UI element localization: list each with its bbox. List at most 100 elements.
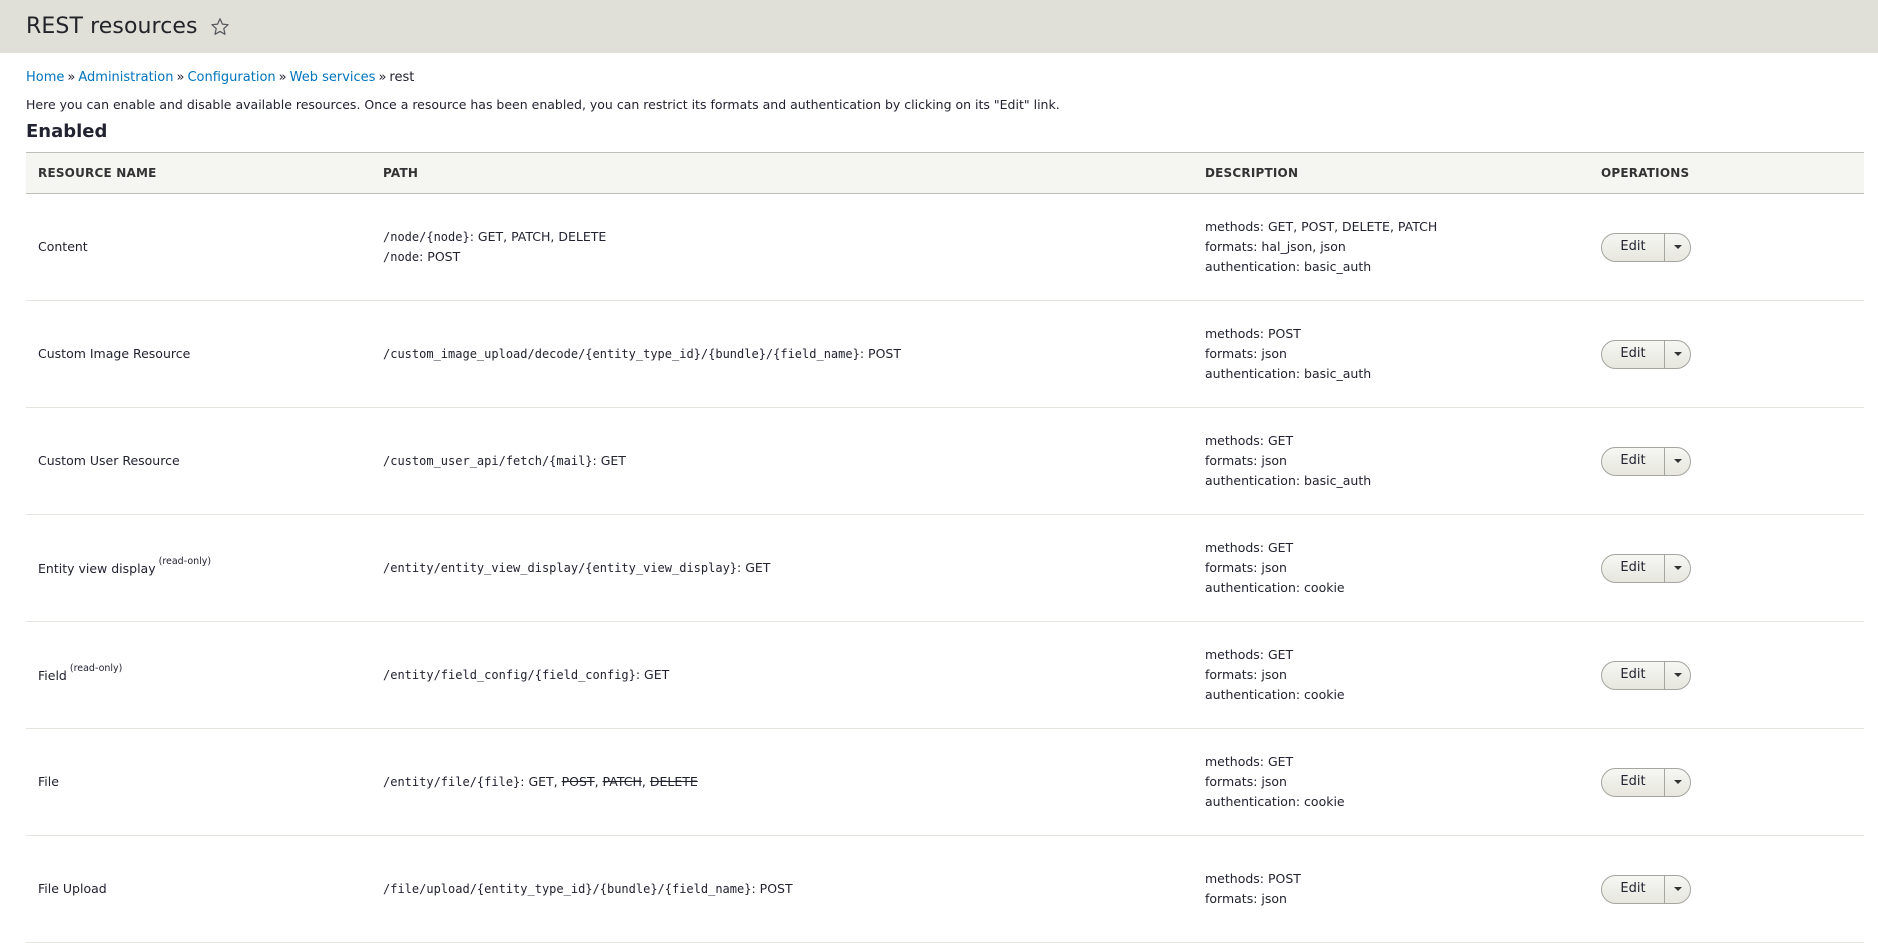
resource-description-cell: methods: GET formats: json authentication:…	[1193, 407, 1589, 515]
resource-name: Field	[38, 668, 67, 684]
resource-operations-cell: Edit	[1589, 193, 1864, 301]
breadcrumb-administration-link[interactable]: Administration	[78, 70, 173, 85]
path-line: /node/{node}: GET, PATCH, DELETE	[383, 227, 1181, 247]
edit-button[interactable]: Edit	[1602, 661, 1665, 689]
path-line: /file/upload/{entity_type_id}/{bundle}/{…	[383, 879, 1181, 899]
edit-button[interactable]: Edit	[1602, 875, 1665, 903]
resource-name: Custom User Resource	[38, 453, 180, 468]
header-resource-name: RESOURCE NAME	[26, 152, 371, 194]
description-methods: methods: POST	[1205, 871, 1301, 886]
description-authentication: authentication: basic_auth	[1205, 366, 1372, 381]
path-code: /entity/file/{file}	[383, 775, 520, 789]
breadcrumb-web-services-link[interactable]: Web services	[290, 70, 376, 85]
description-formats: formats: json	[1205, 667, 1287, 682]
chevron-down-icon	[1673, 245, 1682, 249]
operations-toggle-button[interactable]	[1665, 769, 1690, 796]
breadcrumb-home-link[interactable]: Home	[26, 70, 64, 85]
chevron-down-icon	[1673, 673, 1682, 677]
header-path: PATH	[371, 152, 1193, 194]
breadcrumb: Home» Administration» Configuration» Web se…	[26, 70, 1852, 86]
read-only-marker: (read-only)	[158, 556, 212, 568]
resource-description-cell: methods: POST formats: json	[1193, 835, 1589, 943]
breadcrumb-configuration-link[interactable]: Configuration	[187, 70, 275, 85]
edit-button[interactable]: Edit	[1602, 340, 1665, 368]
resource-name: File Upload	[38, 881, 107, 896]
operations-dropbutton: Edit	[1601, 446, 1691, 476]
path-placeholder: {mail}	[549, 454, 593, 468]
path-code: /node	[383, 250, 419, 264]
path-methods: : GET	[592, 453, 626, 468]
read-only-marker: (read-only)	[69, 663, 123, 675]
edit-button[interactable]: Edit	[1602, 554, 1665, 582]
resource-path-cell: /entity/file/{file}: GET, POST, PATCH, D…	[371, 728, 1193, 836]
disabled-method: DELETE	[649, 774, 698, 789]
disabled-method: POST	[561, 774, 595, 789]
path-line: /custom_image_upload/decode/{entity_type…	[383, 344, 1181, 364]
breadcrumb-separator: »	[67, 70, 76, 85]
path-methods: : POST	[859, 346, 901, 361]
resource-name: File	[38, 774, 59, 789]
star-icon[interactable]	[210, 17, 230, 37]
breadcrumb-separator: »	[378, 70, 387, 85]
path-prefix: /file/upload/	[383, 882, 477, 896]
description-methods: methods: GET	[1205, 540, 1294, 555]
table-row: Field (read-only) /entity/field_config/{fi…	[26, 621, 1864, 729]
edit-button[interactable]: Edit	[1602, 447, 1665, 475]
description-methods: methods: GET	[1205, 647, 1294, 662]
resource-description-cell: methods: GET formats: json authentication:…	[1193, 621, 1589, 729]
path-methods: : GET	[737, 560, 771, 575]
operations-toggle-button[interactable]	[1665, 876, 1690, 903]
operations-dropbutton: Edit	[1601, 339, 1691, 369]
path-code: /node/{node}	[383, 230, 470, 244]
operations-dropbutton: Edit	[1601, 874, 1691, 904]
description-formats: formats: json	[1205, 560, 1287, 575]
path-code: /entity/field_config/{field_config}	[383, 668, 636, 682]
path-prefix: /entity/entity_view_display/	[383, 561, 586, 575]
operations-toggle-button[interactable]	[1665, 448, 1690, 475]
resource-name: Content	[38, 239, 88, 254]
path-code: /file/upload/{entity_type_id}/{bundle}/{…	[383, 882, 751, 896]
path-placeholder: {entity_view_display}	[585, 561, 738, 575]
description-formats: formats: json	[1205, 774, 1287, 789]
page-header: REST resources	[0, 0, 1878, 53]
breadcrumb-separator: »	[176, 70, 185, 85]
breadcrumb-current: rest	[389, 70, 415, 85]
path-line: /entity/entity_view_display/{entity_view…	[383, 558, 1181, 578]
breadcrumb-separator: »	[278, 70, 287, 85]
operations-dropbutton: Edit	[1601, 553, 1691, 583]
description-methods: methods: GET	[1205, 433, 1294, 448]
table-row: Custom Image Resource/custom_image_uploa…	[26, 300, 1864, 408]
path-placeholder: {file}	[476, 775, 521, 789]
resource-name-cell: Custom Image Resource	[26, 300, 371, 408]
path-prefix: /custom_user_api/fetch/	[383, 454, 550, 468]
operations-toggle-button[interactable]	[1665, 234, 1690, 261]
operations-toggle-button[interactable]	[1665, 341, 1690, 368]
path-methods: : GET, PATCH, DELETE	[469, 229, 607, 244]
resource-path-cell: /entity/entity_view_display/{entity_view…	[371, 514, 1193, 622]
header-description: DESCRIPTION	[1193, 152, 1589, 194]
operations-toggle-button[interactable]	[1665, 662, 1690, 689]
path-prefix: /node/	[383, 230, 427, 244]
resource-description-cell: methods: GET formats: json authentication:…	[1193, 728, 1589, 836]
edit-button[interactable]: Edit	[1602, 233, 1665, 261]
edit-button[interactable]: Edit	[1602, 768, 1665, 796]
table-body: Content/node/{node}: GET, PATCH, DELETE /…	[26, 193, 1864, 943]
path-placeholder: {entity_type_id}/{bundle}/{field_name}	[476, 882, 752, 896]
header-operations: OPERATIONS	[1589, 152, 1864, 194]
table-row: Entity view display (read-only) /entity/en…	[26, 514, 1864, 622]
description-methods: methods: GET	[1205, 754, 1294, 769]
chevron-down-icon	[1673, 780, 1682, 784]
path-methods: : GET,	[520, 774, 562, 789]
resource-operations-cell: Edit	[1589, 835, 1864, 943]
path-line: /node: POST	[383, 247, 1181, 267]
path-code: /entity/entity_view_display/{entity_view…	[383, 561, 737, 575]
path-prefix: /node	[383, 250, 420, 264]
resource-name: Entity view display	[38, 561, 156, 577]
path-line: /entity/file/{file}: GET, POST, PATCH, D…	[383, 774, 698, 789]
description-authentication: authentication: cookie	[1205, 687, 1345, 702]
resource-description-cell: methods: GET, POST, DELETE, PATCH formats…	[1193, 193, 1589, 301]
table-row: File Upload/file/upload/{entity_type_id}…	[26, 835, 1864, 943]
main-content: Home» Administration» Configuration» Web se…	[0, 70, 1878, 943]
path-prefix: /entity/field_config/	[383, 668, 535, 682]
operations-toggle-button[interactable]	[1665, 555, 1690, 582]
